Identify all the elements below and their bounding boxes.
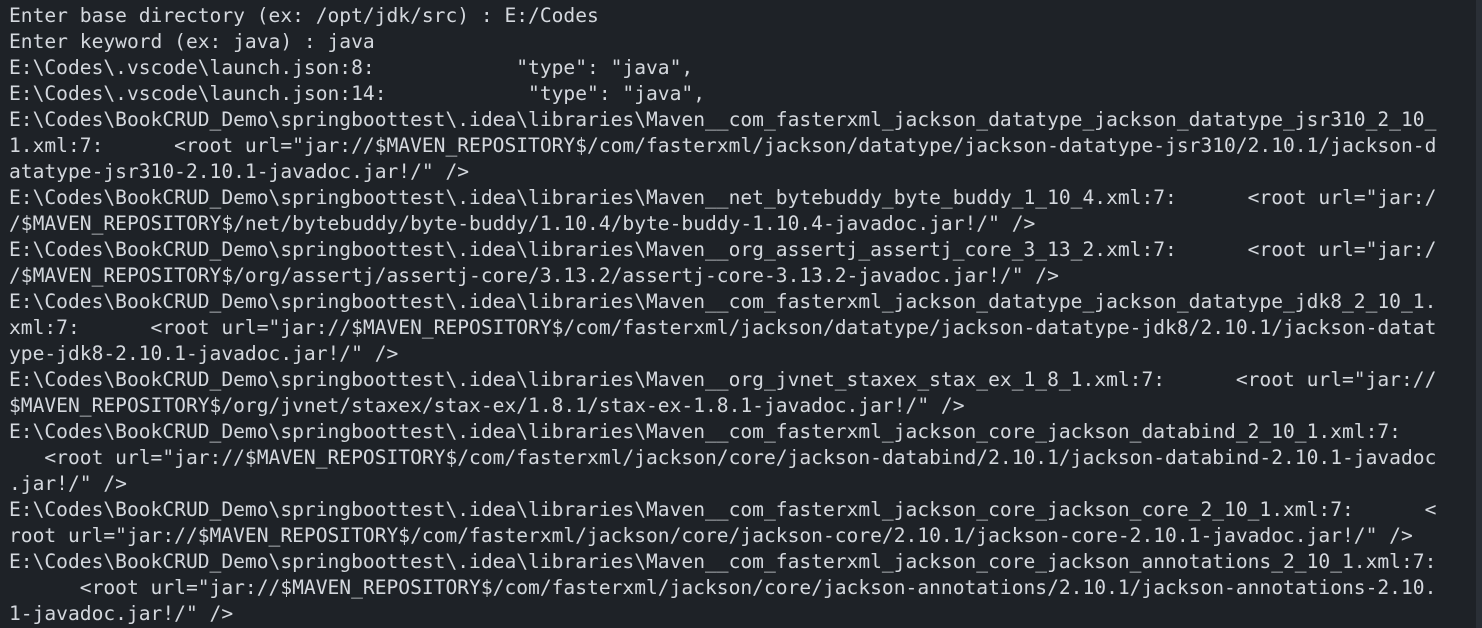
terminal-line: root url="jar://$MAVEN_REPOSITORY$/com/f… xyxy=(9,524,1413,547)
terminal-line: 1.xml:7: <root url="jar://$MAVEN_REPOSIT… xyxy=(9,134,1437,157)
terminal-line: E:\Codes\BookCRUD_Demo\springboottest\.i… xyxy=(9,108,1437,131)
terminal-line: Enter base directory (ex: /opt/jdk/src) … xyxy=(9,4,599,27)
terminal-line: E:\Codes\BookCRUD_Demo\springboottest\.i… xyxy=(9,186,1437,209)
terminal-line: <root url="jar://$MAVEN_REPOSITORY$/com/… xyxy=(9,446,1437,469)
terminal-line: 1-javadoc.jar!/" /> xyxy=(9,602,234,625)
terminal-line: /$MAVEN_REPOSITORY$/org/assertj/assertj-… xyxy=(9,264,1059,287)
terminal-line: E:\Codes\.vscode\launch.json:8: "type": … xyxy=(9,56,694,79)
terminal-line: E:\Codes\.vscode\launch.json:14: "type":… xyxy=(9,82,705,105)
terminal-line: $MAVEN_REPOSITORY$/org/jvnet/staxex/stax… xyxy=(9,394,965,417)
terminal-line: Enter keyword (ex: java) : java xyxy=(9,30,375,53)
terminal-line: E:\Codes\BookCRUD_Demo\springboottest\.i… xyxy=(9,420,1401,443)
vertical-scrollbar[interactable] xyxy=(1476,0,1482,628)
terminal-output[interactable]: Enter base directory (ex: /opt/jdk/src) … xyxy=(0,0,1482,628)
terminal-line: E:\Codes\BookCRUD_Demo\springboottest\.i… xyxy=(9,498,1437,521)
terminal-line: atatype-jsr310-2.10.1-javadoc.jar!/" /> xyxy=(9,160,470,183)
terminal-line: E:\Codes\BookCRUD_Demo\springboottest\.i… xyxy=(9,238,1437,261)
terminal-line: E:\Codes\BookCRUD_Demo\springboottest\.i… xyxy=(9,368,1437,391)
terminal-line: /$MAVEN_REPOSITORY$/net/bytebuddy/byte-b… xyxy=(9,212,1036,235)
terminal-line: ype-jdk8-2.10.1-javadoc.jar!/" /> xyxy=(9,342,399,365)
terminal-line: <root url="jar://$MAVEN_REPOSITORY$/com/… xyxy=(9,576,1437,599)
terminal-line: xml:7: <root url="jar://$MAVEN_REPOSITOR… xyxy=(9,316,1437,339)
terminal-line: E:\Codes\BookCRUD_Demo\springboottest\.i… xyxy=(9,290,1437,313)
terminal-line: .jar!/" /> xyxy=(9,472,127,495)
terminal-line: E:\Codes\BookCRUD_Demo\springboottest\.i… xyxy=(9,550,1437,573)
